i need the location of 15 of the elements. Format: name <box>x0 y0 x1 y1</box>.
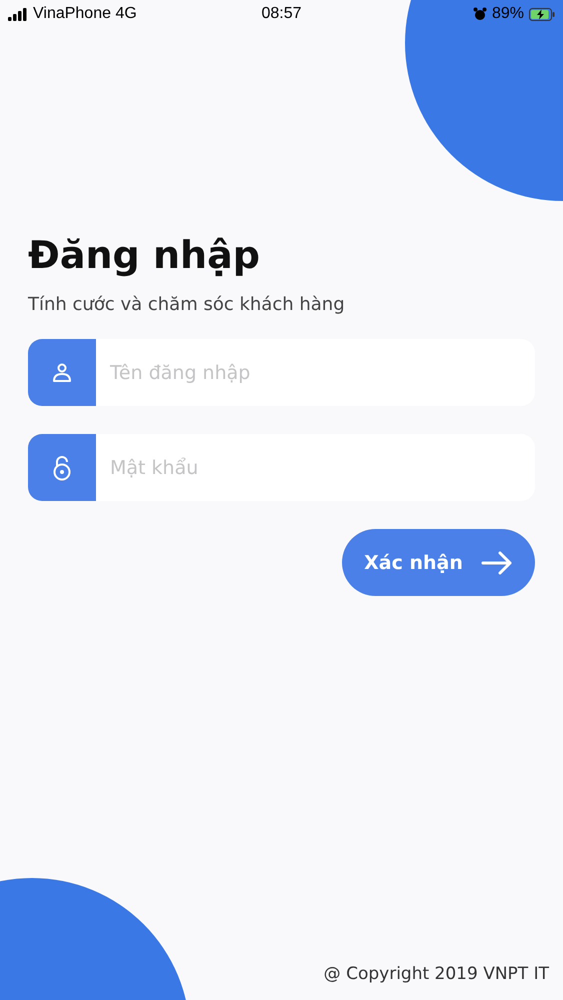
submit-button[interactable]: Xác nhận <box>342 529 535 596</box>
clock-time: 08:57 <box>261 5 302 23</box>
user-icon <box>51 362 73 384</box>
input-field[interactable]: Mật khẩu <box>96 434 535 501</box>
carrier-label: VinaPhone 4G <box>33 5 137 23</box>
battery-percent: 89% <box>492 5 524 23</box>
lock-icon <box>52 454 72 480</box>
subtitle: Tính cước và chăm sóc khách hàng <box>28 294 346 315</box>
input-field[interactable]: Tên đăng nhập <box>96 339 535 406</box>
signal-icon <box>8 8 28 20</box>
alarm-icon <box>472 7 487 21</box>
copyright-text: @ Copyright 2019 VNPT IT <box>324 964 549 984</box>
arrow-right-icon <box>480 550 513 574</box>
page-title: Đăng nhập <box>28 232 261 279</box>
battery-charging-icon <box>528 8 555 20</box>
